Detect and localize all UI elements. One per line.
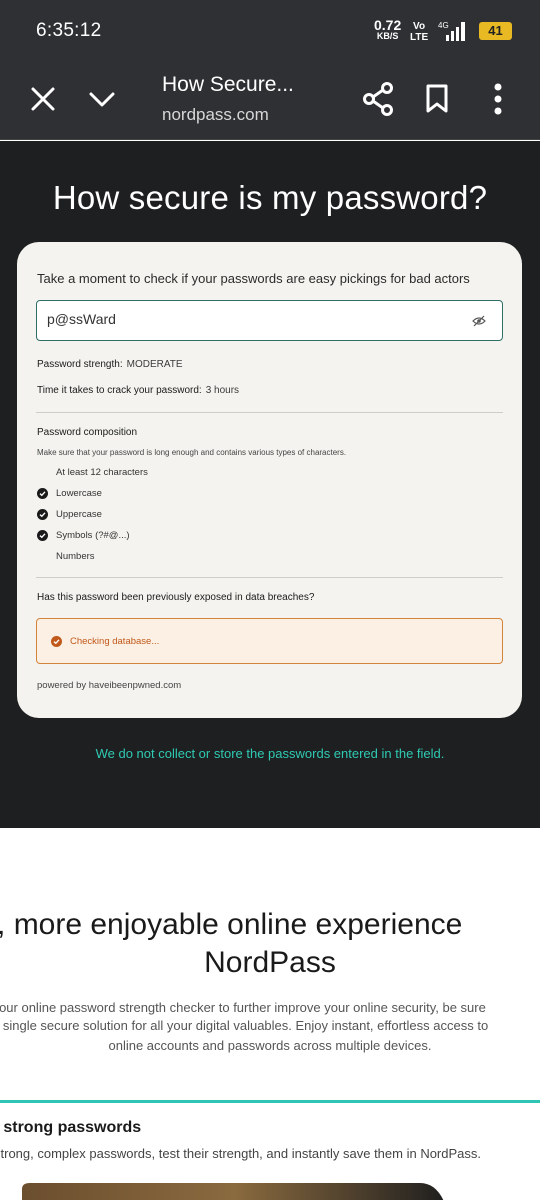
- network-speed-unit: KB/S: [376, 31, 399, 41]
- feature-heading: e strong passwords: [0, 1119, 142, 1136]
- volte-bottom: LTE: [410, 32, 429, 43]
- crack-time-row: Time it takes to crack your password: 3 h…: [37, 385, 239, 396]
- crack-time-label: Time it takes to crack your password:: [37, 385, 202, 396]
- divider: [36, 412, 503, 413]
- volte-top: Vo: [413, 21, 426, 32]
- promo-heading-line1: er, more enjoyable online experience: [0, 908, 463, 941]
- status-time: 6:35:12: [36, 20, 102, 41]
- check-circle-icon: [37, 530, 48, 541]
- check-circle-icon: [37, 488, 48, 499]
- network-speed-value: 0.72: [374, 17, 402, 33]
- promo-paragraph-line1: ng our online password strength checker …: [0, 1000, 486, 1015]
- signal-icon: 4G: [438, 21, 465, 41]
- rule-label: At least 12 characters: [56, 467, 148, 478]
- promo-heading-line2: NordPass: [204, 946, 336, 979]
- rule-label: Uppercase: [56, 509, 102, 520]
- privacy-notice: We do not collect or store the passwords…: [95, 746, 445, 761]
- chevron-down-icon[interactable]: [88, 86, 116, 112]
- breach-status-text: Checking database...: [70, 636, 160, 647]
- bookmark-icon[interactable]: [426, 84, 448, 114]
- eye-off-icon[interactable]: [472, 315, 486, 327]
- strength-row: Password strength: MODERATE: [37, 359, 183, 370]
- rule-label: Numbers: [56, 551, 95, 562]
- network-type: 4G: [438, 21, 449, 30]
- accent-divider: [0, 1100, 540, 1103]
- strength-value: MODERATE: [126, 359, 183, 370]
- browser-toolbar: How Secure... nordpass.com: [0, 62, 540, 140]
- password-checker-card: Take a moment to check if your passwords…: [17, 242, 522, 718]
- page-url: nordpass.com: [162, 105, 269, 124]
- battery-indicator: 41: [479, 22, 512, 40]
- breach-status-box: Checking database...: [36, 618, 503, 664]
- powered-by-link[interactable]: powered by haveibeenpwned.com: [37, 680, 181, 691]
- checker-lead: Take a moment to check if your passwords…: [37, 271, 470, 286]
- more-vertical-icon[interactable]: [488, 82, 508, 116]
- crack-time-value: 3 hours: [205, 385, 240, 396]
- feature-text: strong, complex passwords, test their st…: [0, 1146, 482, 1161]
- promo-section: er, more enjoyable online experience Nor…: [0, 828, 540, 1200]
- divider: [36, 577, 503, 578]
- strength-label: Password strength:: [37, 359, 123, 370]
- hero-section: How secure is my password? Take a moment…: [0, 141, 540, 828]
- network-speed: 0.72 KB/S: [374, 17, 402, 42]
- check-circle-icon: [51, 636, 62, 647]
- breach-question: Has this password been previously expose…: [37, 592, 315, 603]
- promo-paragraph-line2: a single secure solution for all your di…: [0, 1018, 489, 1033]
- rule-label: Symbols (?#@...): [56, 530, 130, 541]
- composition-title: Password composition: [37, 427, 138, 438]
- volte-indicator: Vo LTE: [410, 21, 428, 43]
- password-field[interactable]: [36, 300, 503, 341]
- promo-paragraph-line3: online accounts and passwords across mul…: [108, 1038, 432, 1053]
- close-icon[interactable]: [30, 86, 56, 112]
- hero-heading: How secure is my password?: [52, 179, 488, 216]
- feature-image: [22, 1183, 444, 1200]
- rule-label: Lowercase: [56, 488, 102, 499]
- password-input[interactable]: [47, 311, 447, 327]
- check-circle-icon: [37, 509, 48, 520]
- status-bar: 6:35:12 0.72 KB/S Vo LTE 4G 41: [0, 0, 540, 62]
- page-title: How Secure...: [162, 73, 294, 96]
- composition-hint: Make sure that your password is long eno…: [37, 448, 347, 457]
- share-icon[interactable]: [362, 82, 394, 116]
